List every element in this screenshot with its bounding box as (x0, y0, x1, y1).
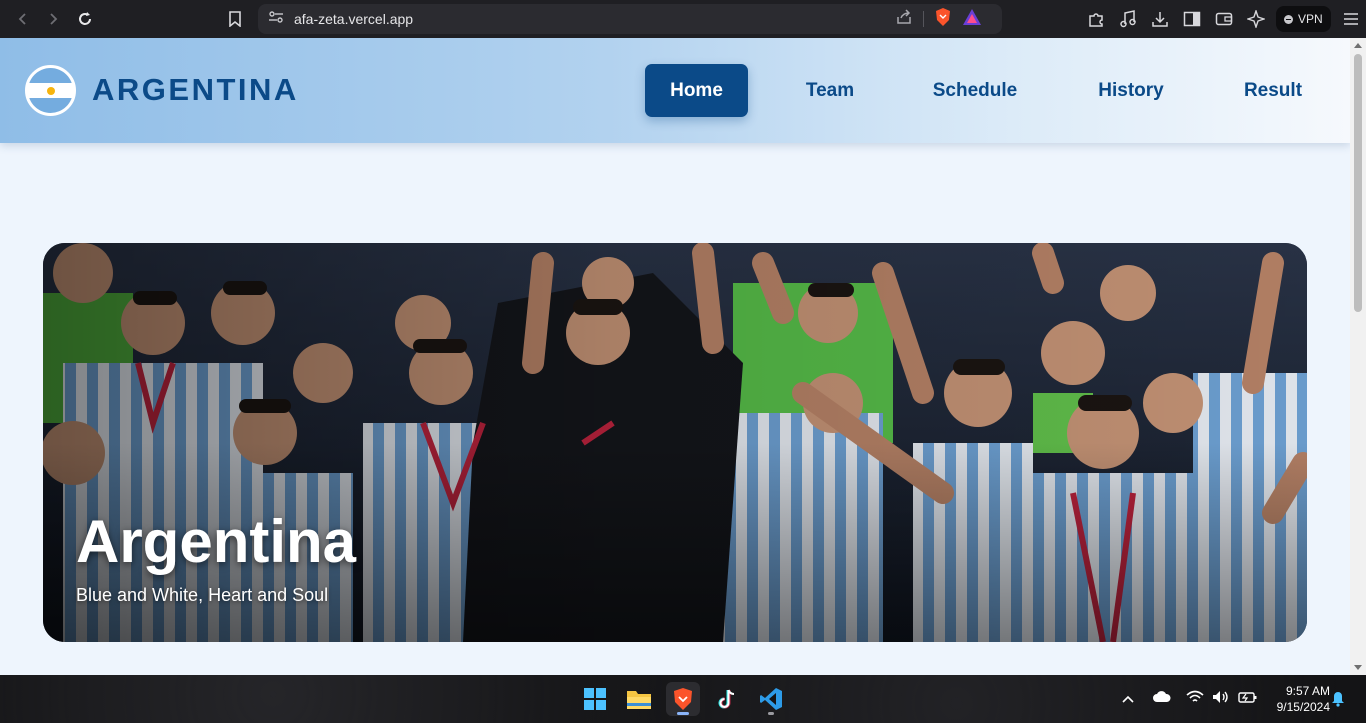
hamburger-menu-icon[interactable] (1339, 7, 1363, 31)
url-text[interactable]: afa-zeta.vercel.app (294, 11, 413, 27)
download-icon[interactable] (1148, 7, 1172, 31)
page-scrollbar[interactable] (1350, 38, 1366, 675)
windows-taskbar: 9:57 AM 9/15/2024 (0, 675, 1366, 723)
clock-date: 9/15/2024 (1276, 700, 1330, 714)
hero-subtitle: Blue and White, Heart and Soul (76, 585, 329, 605)
sun-of-may-icon (46, 86, 55, 95)
vpn-status-icon (1284, 14, 1293, 24)
notification-bell-icon[interactable] (1331, 691, 1345, 712)
page-viewport: ARGENTINA Home Team Schedule History Res… (0, 38, 1350, 675)
active-app-indicator (677, 712, 689, 715)
volume-icon[interactable] (1212, 690, 1230, 709)
brave-shields-icon[interactable] (934, 7, 952, 32)
team-celebration-photo (43, 243, 1307, 642)
browser-toolbar: afa-zeta.vercel.app VPN (0, 0, 1366, 38)
file-explorer-icon[interactable] (622, 682, 656, 716)
brave-browser-icon[interactable] (666, 682, 700, 716)
flag-stripe-bottom (28, 98, 73, 113)
onedrive-cloud-icon[interactable] (1152, 690, 1172, 708)
forward-icon[interactable] (38, 4, 68, 34)
clock-time: 9:57 AM (1285, 684, 1330, 698)
share-icon[interactable] (895, 8, 913, 30)
wifi-icon[interactable] (1186, 690, 1204, 709)
music-note-icon[interactable] (1116, 7, 1140, 31)
vscode-icon[interactable] (754, 682, 788, 716)
brand-name[interactable]: ARGENTINA (92, 72, 299, 108)
sidebar-icon[interactable] (1180, 7, 1204, 31)
battery-icon[interactable] (1238, 690, 1258, 709)
divider (923, 11, 924, 27)
vpn-label: VPN (1298, 12, 1323, 26)
flag-stripe-top (28, 68, 73, 83)
scroll-thumb[interactable] (1354, 54, 1362, 312)
vpn-button[interactable]: VPN (1276, 6, 1331, 32)
taskbar-clock[interactable]: 9:57 AM 9/15/2024 (1262, 683, 1330, 715)
bookmark-icon[interactable] (222, 6, 248, 32)
brave-rewards-icon[interactable] (962, 8, 982, 31)
nav-team[interactable]: Team (790, 64, 870, 117)
address-bar[interactable]: afa-zeta.vercel.app (258, 4, 1002, 34)
wallet-icon[interactable] (1212, 7, 1236, 31)
running-app-indicator (768, 712, 774, 715)
tiktok-icon[interactable] (710, 682, 744, 716)
site-header: ARGENTINA Home Team Schedule History Res… (0, 38, 1350, 143)
reload-icon[interactable] (70, 4, 100, 34)
nav-history[interactable]: History (1082, 64, 1180, 117)
puzzle-extensions-icon[interactable] (1084, 7, 1108, 31)
system-tray (1122, 675, 1258, 723)
nav-home[interactable]: Home (645, 64, 748, 117)
hero-title: Argentina (76, 508, 357, 575)
nav-schedule[interactable]: Schedule (920, 64, 1030, 117)
argentina-flag-logo[interactable] (25, 65, 76, 116)
scroll-up-icon[interactable] (1354, 43, 1362, 48)
site-info-icon[interactable] (268, 10, 284, 29)
scroll-down-icon[interactable] (1354, 665, 1362, 670)
windows-start-icon[interactable] (578, 682, 612, 716)
back-icon[interactable] (8, 4, 38, 34)
extensions-area: VPN (1084, 4, 1363, 34)
leo-ai-icon[interactable] (1244, 7, 1268, 31)
nav-result[interactable]: Result (1232, 64, 1314, 117)
hero-banner: Argentina Blue and White, Heart and Soul (43, 243, 1307, 642)
chevron-up-icon[interactable] (1122, 690, 1134, 708)
